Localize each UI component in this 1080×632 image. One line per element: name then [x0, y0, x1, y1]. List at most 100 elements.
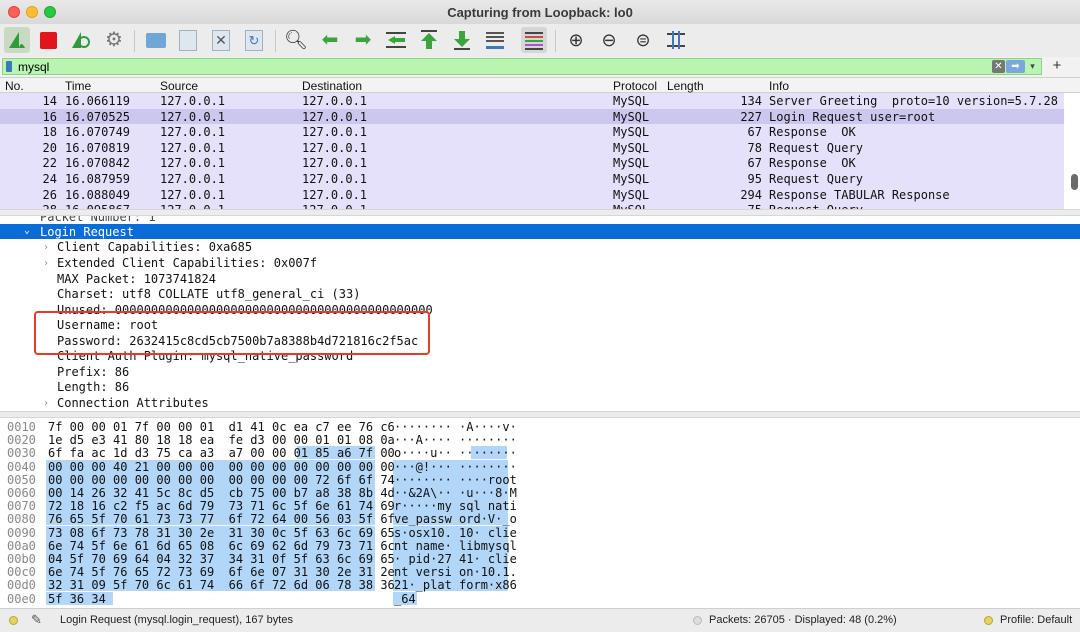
col-header-no[interactable]: No. [5, 79, 24, 93]
cell-no: 20 [42, 140, 57, 155]
bytes-offset: 0090 [7, 525, 36, 540]
packet-row[interactable]: 18 16.070749 127.0.0.1 127.0.0.1 MySQL 67 Resp… [0, 124, 1064, 140]
restart-capture-icon[interactable] [67, 27, 93, 53]
detail-section-selected[interactable]: ⌄ Login Request [0, 224, 1080, 239]
bytes-ascii: _64 [394, 591, 416, 606]
autoscroll-icon[interactable] [482, 27, 508, 53]
cell-src: 127.0.0.1 [160, 156, 226, 171]
col-header-destination[interactable]: Destination [302, 79, 362, 93]
cell-time: 16.070525 [65, 109, 131, 124]
bytes-ascii: ···@!··· ········ [394, 459, 517, 474]
bytes-hex: 00 00 00 00 00 00 00 00 00 00 00 00 72 6… [48, 472, 395, 487]
cell-no: 14 [42, 94, 57, 108]
cell-len: 227 [740, 109, 762, 124]
packet-list-scrollbar[interactable] [1071, 174, 1078, 190]
detail-charset[interactable]: Charset: utf8 COLLATE utf8_general_ci (3… [57, 287, 360, 301]
detail-section-label: Login Request [40, 225, 134, 239]
cell-len: 67 [747, 156, 762, 171]
go-forward-icon[interactable]: ➡ [350, 27, 376, 53]
packet-row[interactable]: 22 16.070842 127.0.0.1 127.0.0.1 MySQL 67 Resp… [0, 155, 1064, 171]
bytes-offset: 0030 [7, 446, 36, 461]
save-file-icon[interactable] [175, 27, 201, 53]
col-header-info[interactable]: Info [769, 79, 789, 93]
go-to-packet-icon[interactable] [383, 27, 409, 53]
packet-row[interactable]: 24 16.087959 127.0.0.1 127.0.0.1 MySQL 95 Requ… [0, 171, 1064, 187]
cell-no: 18 [42, 125, 57, 140]
zoom-normal-icon[interactable]: ⊜ [630, 27, 656, 53]
bookmark-icon[interactable] [6, 61, 12, 72]
expert-info-icon[interactable] [9, 616, 18, 625]
last-packet-icon[interactable] [449, 27, 475, 53]
resize-columns-icon[interactable] [663, 27, 689, 53]
pane-splitter-top[interactable] [0, 209, 1080, 216]
first-packet-icon[interactable] [416, 27, 442, 53]
packet-row[interactable]: 20 16.070819 127.0.0.1 127.0.0.1 MySQL 78 Requ… [0, 139, 1064, 156]
close-file-icon[interactable]: ✕ [208, 27, 234, 53]
bytes-hex: 32 31 09 5f 70 6c 61 74 66 6f 72 6d 06 7… [48, 578, 395, 593]
detail-length[interactable]: Length: 86 [57, 380, 129, 394]
cell-dst: 127.0.0.1 [302, 140, 368, 155]
detail-extended-capabilities[interactable]: Extended Client Capabilities: 0x007f [57, 256, 317, 270]
bytes-ascii: ··&2A\·· ·u···8·M [394, 486, 517, 500]
packet-row[interactable]: 2816.095867127.0.0.1127.0.0.1MySQL75Requ… [0, 202, 1064, 209]
open-folder-icon[interactable] [143, 27, 169, 53]
display-filter-field: ✕ ➡ ▾ [2, 58, 1042, 75]
detail-max-packet[interactable]: MAX Packet: 1073741824 [57, 272, 216, 286]
col-header-source[interactable]: Source [160, 79, 198, 93]
capture-options-gear-icon[interactable]: ⚙ [101, 27, 127, 53]
cell-proto: MySQL [613, 109, 650, 124]
status-field-info: Login Request (mysql.login_request), 167… [60, 614, 293, 626]
bytes-offset: 0080 [7, 512, 36, 527]
status-indicator-icon [693, 616, 702, 625]
cell-proto: MySQL [613, 125, 650, 140]
bytes-ascii: ···A···· ········ [394, 433, 517, 448]
apply-filter-icon[interactable]: ➡ [1006, 60, 1025, 73]
colorize-icon[interactable] [521, 27, 547, 53]
shark-fin-start-icon[interactable] [4, 27, 30, 53]
title-bar: Capturing from Loopback: lo0 [0, 0, 1080, 25]
zoom-in-icon[interactable]: ⊕ [563, 27, 589, 53]
cell-time: 16.070842 [65, 156, 131, 171]
packet-row[interactable]: 16 16.070525 127.0.0.1 127.0.0.1 MySQL 227 Log… [0, 108, 1064, 125]
bytes-ascii: ········ ····root [394, 472, 517, 487]
collapsed-chevron-icon[interactable]: › [43, 242, 49, 253]
cell-dst: 127.0.0.1 [302, 109, 368, 124]
bytes-hex: 73 08 6f 73 78 31 30 2e 31 30 0c 5f 63 6… [48, 525, 395, 540]
go-back-icon[interactable]: ⬅ [317, 27, 343, 53]
cell-src: 127.0.0.1 [160, 172, 226, 186]
bytes-hex: 5f 36 34 [48, 591, 106, 606]
col-header-time[interactable]: Time [65, 79, 91, 93]
cell-no: 22 [42, 156, 57, 171]
detail-client-capabilities[interactable]: Client Capabilities: 0xa685 [57, 240, 252, 254]
cell-info: Request Query [769, 140, 863, 155]
clear-filter-icon[interactable]: ✕ [992, 60, 1005, 73]
window-title: Capturing from Loopback: lo0 [447, 5, 633, 20]
packet-row[interactable]: 26 16.088049 127.0.0.1 127.0.0.1 MySQL 294 Res… [0, 186, 1064, 203]
detail-prefix[interactable]: Prefix: 86 [57, 365, 129, 379]
col-header-length[interactable]: Length [667, 79, 704, 93]
cell-time: 16.070749 [65, 125, 131, 140]
display-filter-input[interactable] [18, 59, 978, 74]
bytes-hex: 7f 00 00 01 7f 00 00 01 d1 41 0c ea c7 e… [48, 420, 395, 434]
reload-icon[interactable]: ↻ [241, 27, 267, 53]
collapsed-chevron-icon[interactable]: › [43, 398, 49, 409]
packet-row[interactable]: 14 16.066119 127.0.0.1 127.0.0.1 MySQL 134 Ser… [0, 93, 1064, 109]
collapsed-chevron-icon[interactable]: › [43, 258, 49, 269]
cell-info: Response TABULAR Response [769, 187, 950, 202]
filter-history-dropdown-icon[interactable]: ▾ [1027, 59, 1038, 74]
zoom-out-icon[interactable]: ⊖ [596, 27, 622, 53]
add-filter-button[interactable]: + [1050, 57, 1064, 75]
cell-proto: MySQL [613, 187, 650, 202]
detail-connection-attributes[interactable]: Connection Attributes [57, 396, 209, 410]
status-profile[interactable]: Profile: Default [1000, 614, 1072, 626]
edit-comment-icon[interactable]: ✎ [31, 612, 42, 628]
display-filter-bar: ✕ ➡ ▾ + [0, 57, 1080, 78]
cell-len: 78 [747, 140, 762, 155]
packet-list: No. Time Source Destination Protocol Len… [0, 78, 1080, 209]
stop-capture-icon[interactable] [35, 27, 61, 53]
find-packet-icon[interactable]: 🔍︎ [283, 27, 309, 53]
expanded-chevron-icon[interactable]: ⌄ [24, 225, 30, 236]
pane-splitter-bottom[interactable] [0, 411, 1080, 418]
bytes-hex: 72 18 16 c2 f5 ac 6d 79 73 71 6c 5f 6e 6… [48, 499, 395, 514]
col-header-protocol[interactable]: Protocol [613, 79, 657, 93]
